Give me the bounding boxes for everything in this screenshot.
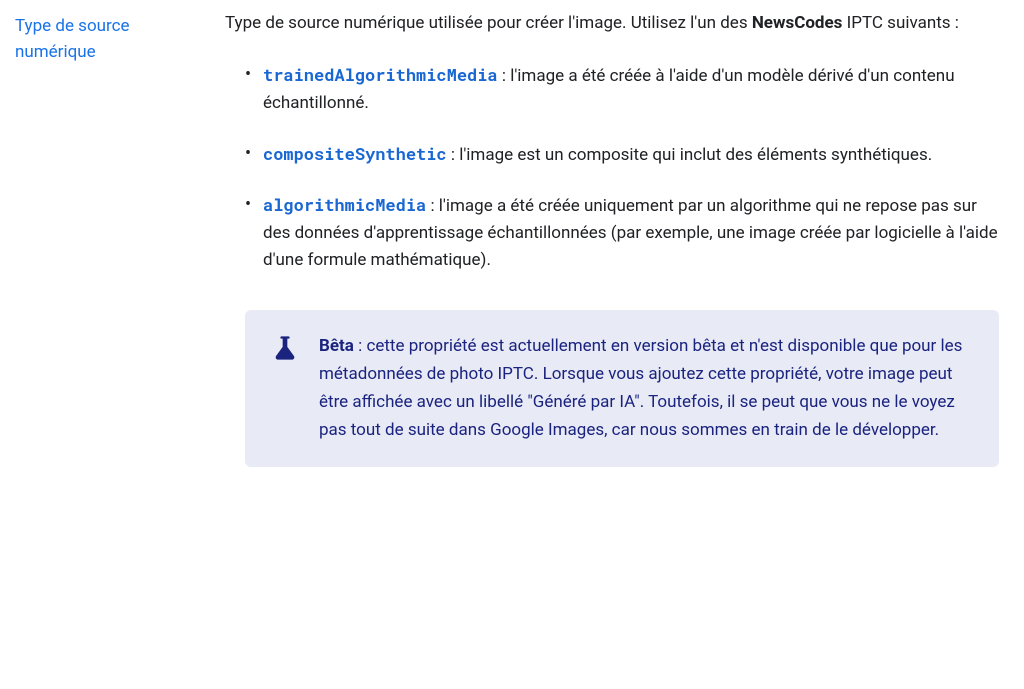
list-item: compositeSynthetic : l'image est un comp…	[245, 140, 999, 169]
desc-text-after: IPTC suivants :	[842, 13, 958, 33]
beta-callout: Bêta : cette propriété est actuellement …	[245, 310, 999, 466]
list-item: trainedAlgorithmicMedia : l'image a été …	[245, 61, 999, 117]
callout-text: : cette propriété est actuellement en ve…	[319, 336, 962, 440]
list-item: algorithmicMedia : l'image a été créée u…	[245, 191, 999, 275]
value-code: compositeSynthetic	[263, 142, 447, 165]
flask-icon	[271, 334, 299, 362]
value-desc: : l'image est un composite qui inclut de…	[447, 145, 933, 165]
value-code: algorithmicMedia	[263, 193, 426, 216]
values-list: trainedAlgorithmicMedia : l'image a été …	[225, 61, 999, 274]
value-code: trainedAlgorithmicMedia	[263, 63, 498, 86]
property-name-link[interactable]: Type de source numérique	[15, 14, 195, 65]
callout-label: Bêta	[319, 336, 354, 356]
callout-body: Bêta : cette propriété est actuellement …	[319, 332, 973, 444]
desc-bold-term: NewsCodes	[752, 13, 843, 33]
property-description: Type de source numérique utilisée pour c…	[225, 10, 999, 37]
desc-text-before: Type de source numérique utilisée pour c…	[225, 13, 752, 33]
